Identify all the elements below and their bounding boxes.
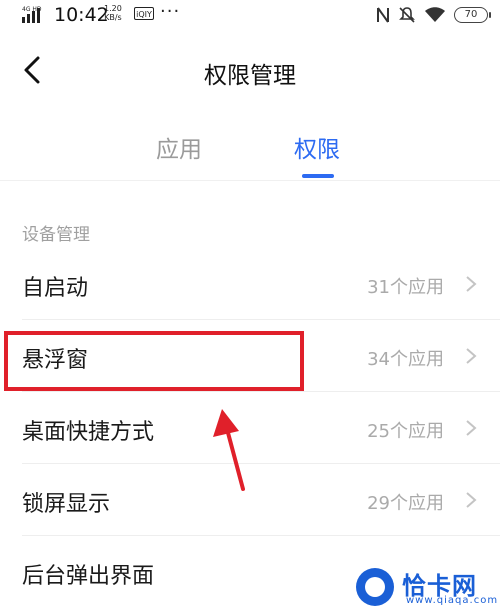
status-bar: 4G HD 10:42 1.20 KB/s iQIY ··· 70 xyxy=(0,0,500,30)
nav-bar: 权限管理 xyxy=(0,38,500,102)
item-count: 25个应用 xyxy=(367,421,444,442)
item-count: 34个应用 xyxy=(367,349,444,370)
watermark-url: www.qiaqa.com xyxy=(406,595,499,606)
more-notifications-icon: ··· xyxy=(160,1,181,22)
wifi-icon xyxy=(425,7,445,22)
status-icons: 70 xyxy=(376,4,491,26)
chevron-right-icon xyxy=(466,348,477,364)
highlight-box xyxy=(4,331,304,391)
item-label: 后台弹出界面 xyxy=(22,564,155,589)
nfc-icon xyxy=(377,7,389,23)
watermark-logo: 恰卡网 www.qiaqa.com xyxy=(356,564,499,609)
item-count: 29个应用 xyxy=(367,493,444,514)
list-item-autostart[interactable]: 自启动 31个应用 xyxy=(0,248,500,320)
signal-icon: 4G HD xyxy=(22,6,42,23)
chevron-right-icon xyxy=(466,420,477,436)
network-speed: 1.20 KB/s xyxy=(104,4,122,22)
network-type: 4G HD xyxy=(22,6,42,13)
item-count: 31个应用 xyxy=(367,277,444,298)
battery-icon: 70 xyxy=(454,7,491,23)
section-header: 设备管理 xyxy=(22,225,90,245)
mute-icon xyxy=(399,7,415,23)
annotation-arrow-icon xyxy=(213,409,245,491)
app-notification-icon: iQIY xyxy=(134,7,154,20)
page-title: 权限管理 xyxy=(204,63,296,89)
speed-value: 1.20 xyxy=(104,4,122,13)
logo-icon xyxy=(356,568,394,606)
divider xyxy=(0,180,500,181)
item-label: 桌面快捷方式 xyxy=(22,420,155,445)
chevron-right-icon xyxy=(466,276,477,292)
item-label: 锁屏显示 xyxy=(22,492,111,517)
tab-permissions[interactable]: 权限 xyxy=(294,130,340,164)
chevron-right-icon xyxy=(466,492,477,508)
tab-bar: 应用 权限 xyxy=(0,110,500,180)
active-tab-indicator xyxy=(302,174,334,178)
clock: 10:42 xyxy=(54,4,109,26)
speed-unit: KB/s xyxy=(104,13,122,22)
tab-apps[interactable]: 应用 xyxy=(156,130,202,164)
item-label: 自启动 xyxy=(22,276,89,301)
